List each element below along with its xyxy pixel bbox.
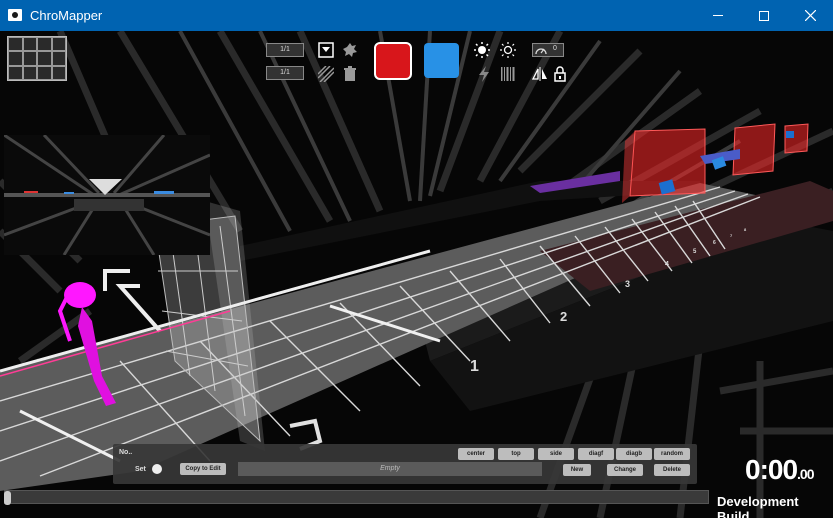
speedometer-icon <box>535 48 547 55</box>
set-label: Set <box>135 466 146 473</box>
precision-input-top[interactable]: 1/1 <box>266 43 304 57</box>
lock-icon[interactable] <box>552 66 568 82</box>
maximize-icon <box>759 10 769 21</box>
timer-fraction: .00 <box>797 466 814 482</box>
beat-number: 4 <box>665 261 669 268</box>
node-text-field[interactable]: Empty <box>238 462 542 476</box>
set-toggle[interactable] <box>152 464 162 474</box>
timer-main: 0:00 <box>745 454 798 485</box>
window-title: ChroMapper <box>30 8 103 23</box>
stripes-icon[interactable] <box>318 66 334 82</box>
song-timer: 0:00.00 <box>745 454 815 486</box>
preset-diagb-button[interactable]: diagb <box>616 448 652 460</box>
node-name-label: No.. <box>119 449 133 456</box>
preset-side-button[interactable]: side <box>538 448 574 460</box>
close-button[interactable] <box>787 0 833 31</box>
mirror-icon[interactable] <box>532 66 548 82</box>
change-button[interactable]: Change <box>607 464 643 476</box>
light-off-icon[interactable] <box>500 42 516 58</box>
timeline-scrubber[interactable] <box>4 490 709 504</box>
app-icon <box>8 9 22 21</box>
node-editor-panel: No.. Set Copy to Edit Empty center top s… <box>113 444 697 484</box>
light-on-icon[interactable] <box>474 42 490 58</box>
beat-number: 1 <box>470 358 479 375</box>
minimap-preview <box>4 135 210 255</box>
grid-layout-icon[interactable] <box>7 36 67 81</box>
delete-button[interactable]: Delete <box>654 464 690 476</box>
new-button[interactable]: New <box>563 464 591 476</box>
preset-top-button[interactable]: top <box>498 448 534 460</box>
maximize-button[interactable] <box>741 0 787 31</box>
beat-number: 6 <box>713 240 716 246</box>
beat-number: 3 <box>625 279 630 289</box>
copy-to-edit-button[interactable]: Copy to Edit <box>180 463 226 475</box>
bpm-value: 0 <box>553 45 557 52</box>
precision-input-bottom[interactable]: 1/1 <box>266 66 304 80</box>
minimize-button[interactable] <box>695 0 741 31</box>
preset-diagf-button[interactable]: diagf <box>578 448 614 460</box>
title-bar: ChroMapper <box>0 0 833 31</box>
barcode-icon[interactable] <box>500 66 516 82</box>
close-icon <box>804 10 816 21</box>
timeline-handle[interactable] <box>4 491 11 505</box>
preset-center-button[interactable]: center <box>458 448 494 460</box>
right-note-color-swatch[interactable] <box>424 43 459 78</box>
bomb-icon[interactable] <box>342 42 358 58</box>
trash-icon[interactable] <box>342 66 358 82</box>
beat-number: 2 <box>560 309 567 324</box>
editor-toolbar: 1/1 1/1 0 <box>262 38 572 90</box>
placement-mode-icon[interactable] <box>318 42 334 58</box>
bpm-display[interactable]: 0 <box>532 43 564 57</box>
development-build-label: Development Build <box>717 494 799 518</box>
minimize-icon <box>713 15 723 16</box>
lightning-icon[interactable] <box>476 66 492 82</box>
preset-random-button[interactable]: random <box>654 448 690 460</box>
left-note-color-swatch[interactable] <box>374 42 412 80</box>
